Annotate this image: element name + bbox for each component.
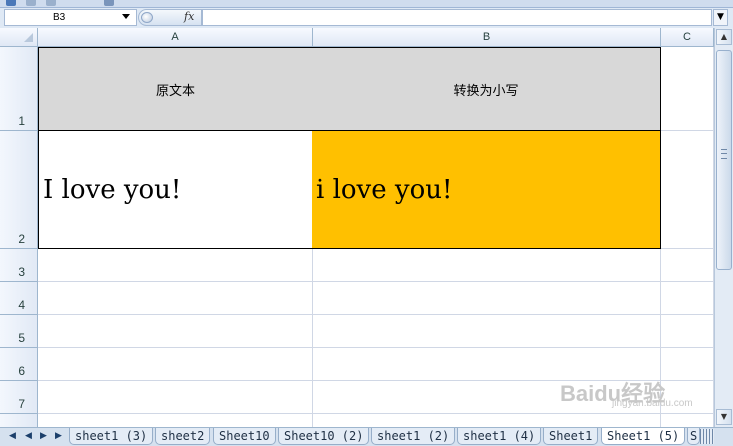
row-number: 3 [18,265,25,279]
sheet-tab[interactable]: sheet1 (3) [69,428,154,445]
redo-icon[interactable] [46,0,56,6]
cell-a7[interactable] [38,381,313,414]
cell-b2[interactable]: i love you! [312,131,661,249]
row-header-2[interactable]: 2 [0,131,38,249]
cell-b2-text: i love you! [316,174,453,205]
grip-icon [721,149,727,159]
cell-c3[interactable] [661,249,714,282]
row-header-7[interactable]: 7 [0,381,38,414]
sheet-tab[interactable]: S [687,428,701,445]
name-box[interactable]: B3 [4,9,137,26]
scroll-up-icon[interactable]: ▲ [716,29,732,45]
row-header-5[interactable]: 5 [0,315,38,348]
row-header-3[interactable]: 3 [0,249,38,282]
scroll-thumb[interactable] [716,50,732,270]
first-sheet-icon[interactable]: ◀​ [6,430,19,443]
column-header-c[interactable]: C [661,28,714,47]
row-header-4[interactable]: 4 [0,282,38,315]
watermark-subtext: jingyan.baidu.com [612,398,693,409]
cell-a1-text: 原文本 [155,83,195,99]
cell-c1[interactable] [661,47,714,131]
quick-access-toolbar [0,0,733,8]
cell-a2[interactable]: I love you! [38,131,313,249]
sheet-tab[interactable]: sheet2 [155,428,211,445]
cell-a4[interactable] [38,282,313,315]
chevron-down-icon[interactable] [122,14,130,19]
scroll-down-icon[interactable]: ▼ [716,409,732,425]
cell-a5[interactable] [38,315,313,348]
sheet-tab[interactable]: Sheet10 (2) [278,428,370,445]
column-header-a[interactable]: A [38,28,313,47]
cell-b1-text: 转换为小写 [453,83,519,99]
last-sheet-icon[interactable]: ▶​ [52,430,65,443]
row-header-8[interactable] [0,414,38,427]
formula-input[interactable] [202,9,712,26]
row-number: 7 [18,397,25,411]
cell-a6[interactable] [38,348,313,381]
expand-formula-icon[interactable]: ▼ [713,9,728,26]
select-all-triangle-icon [24,33,33,42]
fx-icon[interactable]: fx [184,10,194,23]
sheet-tab[interactable]: sheet1 (2) [371,428,456,445]
cell-c8[interactable] [661,414,714,427]
cell-b8[interactable] [313,414,661,427]
watermark: Baidu经验 jingyan.baidu.com [560,362,710,409]
row-number: 6 [18,364,25,378]
cell-a8[interactable] [38,414,313,427]
vertical-scrollbar[interactable]: ▲ ▼ [714,28,733,427]
prev-sheet-icon[interactable]: ◀ [22,430,35,443]
sheet-tab[interactable]: Sheet10 [213,428,276,445]
row-header-1[interactable]: 1 [0,47,38,131]
cell-a3[interactable] [38,249,313,282]
row-number: 1 [18,114,25,128]
cell-b4[interactable] [313,282,661,315]
cell-c4[interactable] [661,282,714,315]
column-header-b[interactable]: B [313,28,661,47]
cell-c5[interactable] [661,315,714,348]
formula-bar: B3 fx ▼ [0,8,733,28]
undo-icon[interactable] [26,0,36,6]
row-header-6[interactable]: 6 [0,348,38,381]
next-sheet-icon[interactable]: ▶ [37,430,50,443]
cell-b1[interactable]: 转换为小写 [312,47,661,131]
tab-split-handle[interactable] [700,429,714,444]
cell-a1[interactable]: 原文本 [38,47,313,131]
formula-bar-resize-handle[interactable] [141,12,153,23]
sheet-tab[interactable]: sheet1 (4) [457,428,542,445]
cell-c2[interactable] [661,131,714,249]
print-preview-icon[interactable] [104,0,114,6]
save-icon[interactable] [6,0,16,6]
select-all-button[interactable] [0,28,38,47]
row-number: 2 [18,232,25,246]
sheet-tab-active[interactable]: Sheet1 (5) [601,428,686,445]
row-number: 5 [18,331,25,345]
cell-a2-text: I love you! [43,174,182,205]
sheet-tab-bar: ◀​ ◀ ▶ ▶​ sheet1 (3) sheet2 Sheet10 Shee… [0,427,733,446]
cell-b5[interactable] [313,315,661,348]
sheet-tab[interactable]: Sheet1 [543,428,599,445]
cell-b3[interactable] [313,249,661,282]
row-number: 4 [18,298,25,312]
